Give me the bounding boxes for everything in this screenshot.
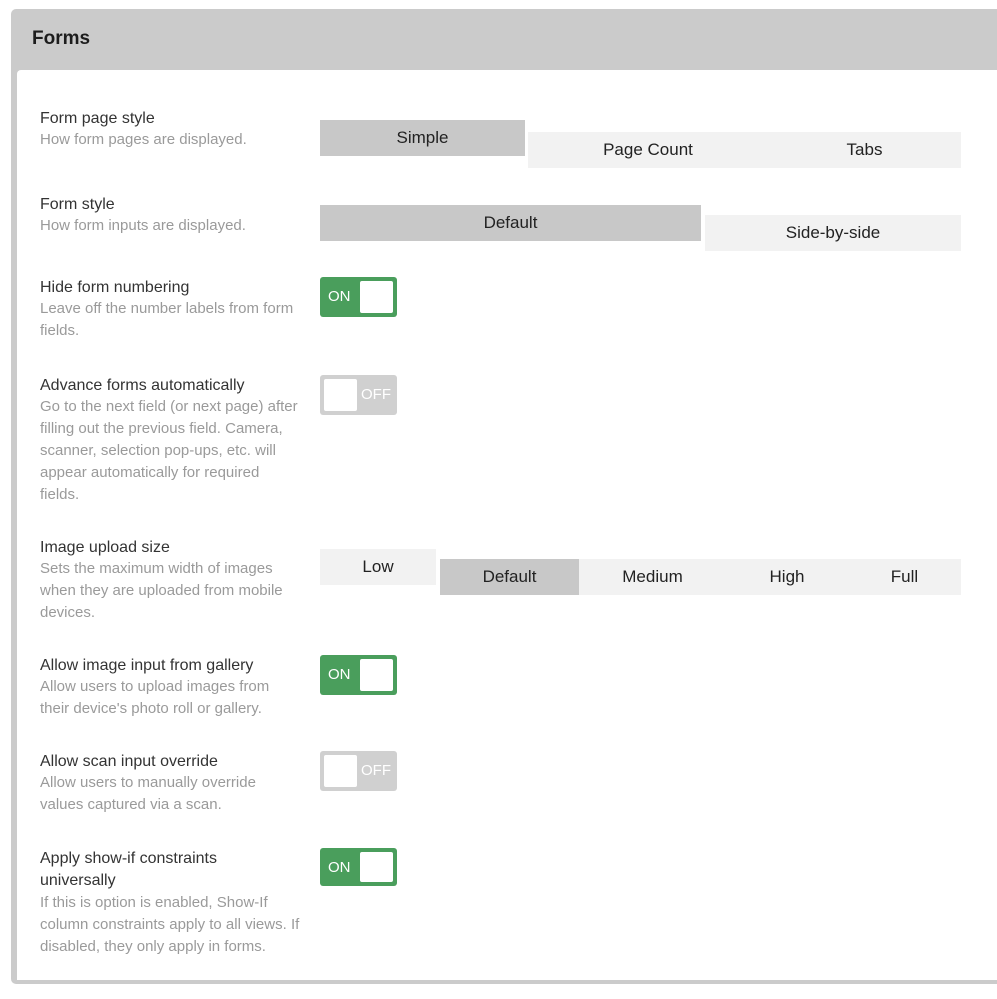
toggle-knob bbox=[324, 379, 357, 411]
form-page-style-option-tabs[interactable]: Tabs bbox=[768, 132, 961, 168]
hide-form-numbering-toggle[interactable]: ON bbox=[320, 277, 397, 317]
allow-image-gallery-description: Allow users to upload images from their … bbox=[40, 678, 270, 717]
image-upload-size-option-low[interactable]: Low bbox=[320, 549, 436, 585]
form-style-option-side-by-side[interactable]: Side-by-side bbox=[705, 215, 961, 251]
form-page-style-description: How form pages are displayed. bbox=[40, 131, 247, 148]
advance-forms-toggle[interactable]: OFF bbox=[320, 375, 397, 415]
form-style-description: How form inputs are displayed. bbox=[40, 217, 246, 234]
image-upload-size-label: Image upload size bbox=[40, 539, 170, 556]
image-upload-size-option-full[interactable]: Full bbox=[848, 559, 961, 595]
allow-image-gallery-toggle[interactable]: ON bbox=[320, 655, 397, 695]
toggle-state-label: ON bbox=[328, 859, 351, 876]
form-page-style-option-page-count[interactable]: Page Count bbox=[528, 132, 768, 168]
toggle-knob bbox=[324, 755, 357, 787]
image-upload-size-option-medium[interactable]: Medium bbox=[579, 559, 726, 595]
allow-scan-override-description: Allow users to manually override values … bbox=[40, 774, 256, 813]
advance-forms-description: Go to the next field (or next page) afte… bbox=[40, 398, 298, 503]
toggle-state-label: ON bbox=[328, 666, 351, 683]
advance-forms-label: Advance forms automatically bbox=[40, 377, 245, 394]
apply-show-if-toggle[interactable]: ON bbox=[320, 848, 397, 886]
toggle-knob bbox=[360, 281, 393, 313]
form-style-label: Form style bbox=[40, 196, 115, 213]
toggle-knob bbox=[360, 659, 393, 691]
toggle-state-label: ON bbox=[328, 288, 351, 305]
toggle-state-label: OFF bbox=[361, 762, 391, 779]
allow-scan-override-label: Allow scan input override bbox=[40, 753, 218, 770]
panel-title: Forms bbox=[32, 28, 91, 49]
form-style-option-default[interactable]: Default bbox=[320, 205, 701, 241]
apply-show-if-description: If this is option is enabled, Show-If co… bbox=[40, 894, 300, 955]
hide-form-numbering-label: Hide form numbering bbox=[40, 279, 190, 296]
image-upload-size-option-high[interactable]: High bbox=[726, 559, 848, 595]
apply-show-if-label: Apply show-if constraints universally bbox=[40, 850, 217, 889]
toggle-knob bbox=[360, 852, 393, 882]
form-page-style-option-simple[interactable]: Simple bbox=[320, 120, 525, 156]
allow-scan-override-toggle[interactable]: OFF bbox=[320, 751, 397, 791]
hide-form-numbering-description: Leave off the number labels from form fi… bbox=[40, 300, 294, 339]
image-upload-size-description: Sets the maximum width of images when th… bbox=[40, 560, 283, 621]
image-upload-size-option-default[interactable]: Default bbox=[440, 559, 579, 595]
form-page-style-label: Form page style bbox=[40, 110, 155, 127]
allow-image-gallery-label: Allow image input from gallery bbox=[40, 657, 254, 674]
toggle-state-label: OFF bbox=[361, 386, 391, 403]
